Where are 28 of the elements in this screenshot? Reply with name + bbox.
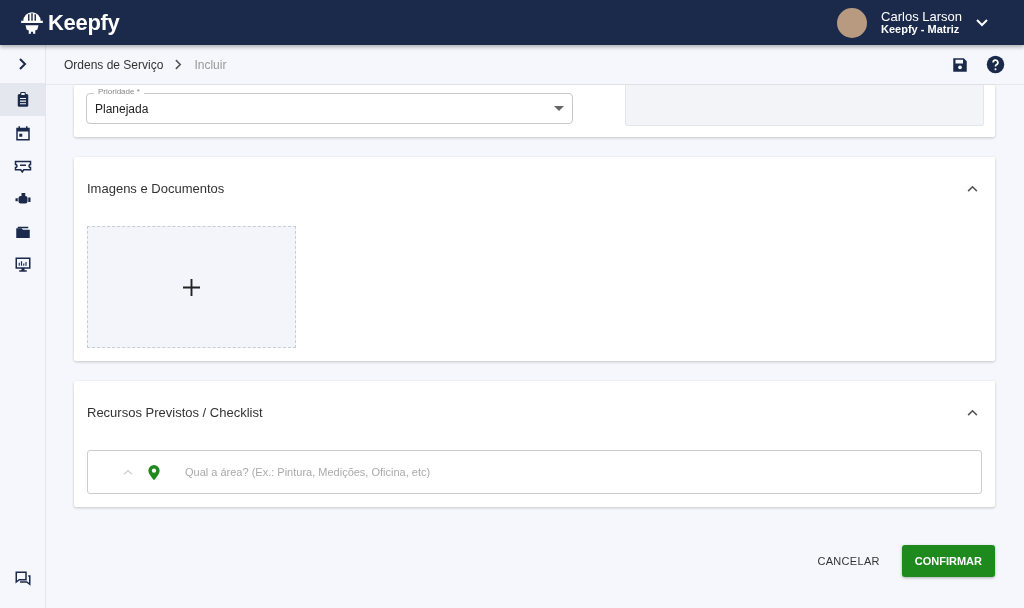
- caret-icon: [554, 106, 564, 111]
- avatar[interactable]: [837, 7, 868, 38]
- help-icon[interactable]: [986, 55, 1005, 74]
- user-name: Carlos Larson: [881, 9, 962, 23]
- sidebar-item[interactable]: [0, 83, 45, 116]
- breadcrumb-item[interactable]: Ordens de Serviço: [64, 57, 164, 72]
- plus-icon: [183, 278, 200, 296]
- confirm-button[interactable]: CONFIRMAR: [901, 545, 995, 577]
- chevron-up-icon[interactable]: [967, 184, 978, 192]
- monitor-icon: [13, 255, 32, 274]
- area-input[interactable]: Qual a área? (Ex.: Pintura, Medições, Oficina, etc): [183, 465, 981, 479]
- breadcrumb-item: Incluir: [194, 57, 227, 72]
- company-name: Keepfy - Matriz: [881, 22, 961, 36]
- save-icon[interactable]: [951, 55, 969, 74]
- section-title: Imagens e Documentos: [87, 180, 225, 196]
- section-title: Recursos Previstos / Checklist: [87, 404, 263, 420]
- chevron-up-icon[interactable]: [967, 408, 978, 416]
- chevron-right-icon[interactable]: [18, 58, 27, 70]
- logo-icon: [19, 9, 45, 36]
- cancel-button[interactable]: CANCELAR: [813, 547, 884, 575]
- field-label: Prioridade *: [94, 87, 144, 96]
- location-pin-icon: [148, 464, 160, 480]
- area-field[interactable]: Qual a área? (Ex.: Pintura, Medições, Oficina, etc): [87, 450, 982, 494]
- chevron-down-icon[interactable]: [976, 18, 988, 27]
- brand-name: Keepfy: [48, 9, 120, 36]
- calendar-icon: [13, 123, 32, 142]
- chat-icon[interactable]: [13, 570, 32, 588]
- chevron-right-icon: [175, 59, 183, 70]
